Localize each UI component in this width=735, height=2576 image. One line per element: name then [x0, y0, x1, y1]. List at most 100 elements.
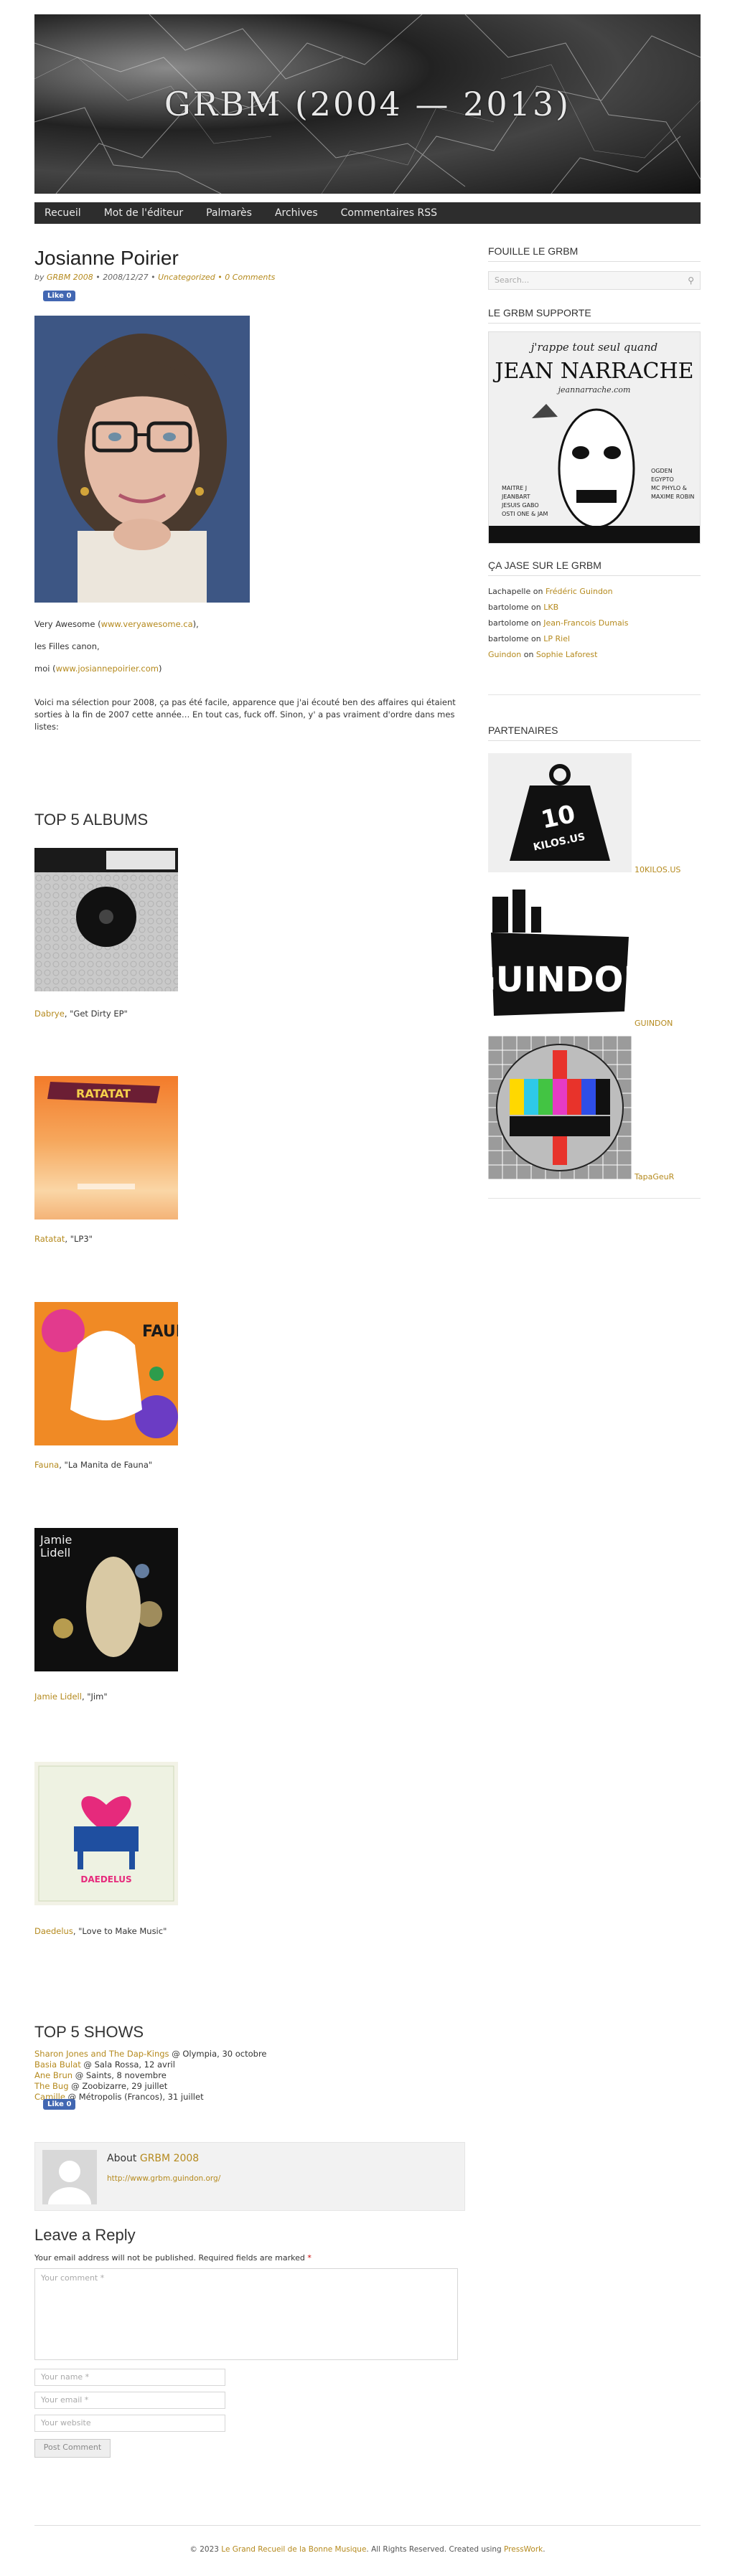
jean-narrache-art: j'rappe tout seul quand JEAN NARRACHE je…: [489, 332, 700, 543]
lidell-logo-text: Lidell: [40, 1546, 70, 1560]
post-intro: Voici ma sélection pour 2008, ça pas été…: [34, 697, 456, 732]
album-caption-1: Dabrye, "Get Dirty EP": [34, 1009, 128, 1019]
post-comment-button[interactable]: Post Comment: [34, 2439, 111, 2458]
album-artist-link[interactable]: Ratatat: [34, 1234, 65, 1244]
album-title: , "La Manita de Fauna": [59, 1460, 153, 1470]
footer-presswork-link[interactable]: PressWork: [504, 2545, 543, 2554]
reply-heading: Leave a Reply: [34, 2226, 136, 2244]
show-artist-link[interactable]: Basia Bulat: [34, 2060, 81, 2070]
footer-copyright: © 2023: [189, 2545, 222, 2554]
jamie-lidell-art: Jamie Lidell: [34, 1528, 178, 1671]
album-caption-5: Daedelus, "Love to Make Music": [34, 1926, 167, 1936]
facebook-like-button[interactable]: Like 0: [43, 291, 76, 301]
meta-by: by: [34, 273, 45, 282]
footer-suffix: .: [543, 2545, 546, 2554]
search-icon[interactable]: ⚲: [688, 272, 694, 289]
album-artist-link[interactable]: Daedelus: [34, 1926, 73, 1936]
partner-logo-10kilos[interactable]: 10 KILOS.US: [488, 753, 632, 872]
meta-date: • 2008/12/27 •: [95, 273, 156, 282]
poster-right-line-4: MAXIME ROBIN: [651, 494, 694, 500]
comment-post-link[interactable]: LKB: [543, 603, 558, 612]
name-input[interactable]: Your name *: [34, 2369, 225, 2386]
partner-logo-tapageur[interactable]: [488, 1036, 632, 1179]
site-footer: © 2023 Le Grand Recueil de la Bonne Musi…: [0, 2545, 735, 2554]
partner-link-10kilos[interactable]: 10KILOS.US: [635, 865, 680, 874]
poster-left-line-2: JEANBART: [501, 494, 530, 500]
show-artist-link[interactable]: The Bug: [34, 2081, 69, 2091]
test-pattern-icon: [488, 1036, 632, 1179]
post-line-moi: moi (www.josiannepoirier.com): [34, 663, 465, 675]
partner-logo-guindon[interactable]: GUINDON: [467, 890, 652, 1019]
reply-notice-text: Your email address will not be published…: [34, 2253, 305, 2263]
meta-category-link[interactable]: Uncategorized: [158, 273, 215, 282]
post-line-filles: les Filles canon,: [34, 641, 100, 651]
post-line-veryawesome: Very Awesome (www.veryawesome.ca),: [34, 618, 465, 631]
shows-facebook-like-button[interactable]: Like 0: [43, 2099, 76, 2110]
author-avatar: [42, 2150, 97, 2204]
poster-right-line-3: MC PHYLO &: [651, 485, 687, 491]
daedelus-logo-text: DAEDELUS: [80, 1874, 131, 1884]
nav-item-rss[interactable]: Commentaires RSS: [329, 202, 449, 224]
comments-widget-title: ÇA JASE SUR LE GRBM: [488, 560, 701, 576]
show-artist-link[interactable]: Sharon Jones and The Dap-Kings: [34, 2049, 169, 2059]
nav-item-palmares[interactable]: Palmarès: [195, 202, 263, 224]
josianne-link[interactable]: www.josiannepoirier.com: [56, 664, 159, 674]
nav-item-mot-editeur[interactable]: Mot de l'éditeur: [93, 202, 195, 224]
post-title: Josianne Poirier: [34, 247, 179, 269]
album-title: , "Jim": [81, 1692, 108, 1702]
partner-link-tapageur[interactable]: TapaGeuR: [635, 1172, 674, 1181]
show-detail: @ Olympia, 30 octobre: [169, 2049, 267, 2059]
album-artist-link[interactable]: Jamie Lidell: [34, 1692, 82, 1702]
album-cover-jamie-lidell: Jamie Lidell: [34, 1528, 178, 1671]
comment-on: on: [528, 618, 544, 628]
sidebar-divider: [488, 1198, 701, 1199]
meta-comments-link[interactable]: • 0 Comments: [217, 273, 275, 282]
line1-suffix: ),: [192, 619, 199, 629]
site-banner[interactable]: GRBM (2004 — 2013): [34, 14, 701, 194]
jean-narrache-poster[interactable]: j'rappe tout seul quand JEAN NARRACHE je…: [488, 331, 701, 544]
show-item: Basia Bulat @ Sala Rossa, 12 avril: [34, 2060, 267, 2070]
nav-item-recueil[interactable]: Recueil: [34, 202, 93, 224]
album-cover-ratatat: RATATAT: [34, 1076, 178, 1219]
comment-author: Lachapelle: [488, 587, 531, 596]
comment-post-link[interactable]: Jean-Francois Dumais: [543, 618, 628, 628]
comment-post-link[interactable]: Frédéric Guindon: [546, 587, 613, 596]
daedelus-art: DAEDELUS: [38, 1765, 174, 1902]
required-mark: *: [307, 2253, 312, 2263]
show-item: The Bug @ Zoobizarre, 29 juillet: [34, 2081, 267, 2092]
default-avatar-icon: [42, 2150, 97, 2204]
website-input[interactable]: Your website: [34, 2415, 225, 2432]
email-input[interactable]: Your email *: [34, 2392, 225, 2409]
nav-item-archives[interactable]: Archives: [263, 202, 329, 224]
comment-author: bartolome: [488, 634, 529, 643]
comment-textarea[interactable]: Your comment *: [34, 2268, 458, 2360]
show-detail: @ Métropolis (Francos), 31 juillet: [65, 2092, 204, 2102]
album-artist-link[interactable]: Fauna: [34, 1460, 59, 1470]
comment-post-link[interactable]: LP Riel: [543, 634, 570, 643]
about-label: About: [107, 2153, 137, 2164]
album-caption-4: Jamie Lidell, "Jim": [34, 1692, 108, 1702]
ratatat-logo-text: RATATAT: [76, 1087, 131, 1100]
show-artist-link[interactable]: Ane Brun: [34, 2070, 72, 2080]
about-author-link[interactable]: GRBM 2008: [140, 2153, 199, 2164]
about-url-link[interactable]: http://www.grbm.guindon.org/: [107, 2174, 220, 2183]
poster-left-line-3: JESUIS GABO: [501, 502, 539, 509]
comment-author-link[interactable]: Guindon: [488, 650, 521, 659]
fauna-logo-text: FAUNA: [142, 1323, 178, 1341]
meta-author-link[interactable]: GRBM 2008: [47, 273, 93, 282]
comment-post-link[interactable]: Sophie Laforest: [536, 650, 598, 659]
fauna-art: FAUNA: [34, 1302, 201, 1445]
partner-link-guindon[interactable]: GUINDON: [635, 1019, 673, 1028]
footer-site-link[interactable]: Le Grand Recueil de la Bonne Musique: [221, 2545, 366, 2554]
veryawesome-link[interactable]: www.veryawesome.ca: [101, 619, 193, 629]
album-cover-fauna: FAUNA: [34, 1302, 201, 1445]
show-detail: @ Sala Rossa, 12 avril: [80, 2060, 175, 2070]
search-input[interactable]: Search... ⚲: [488, 271, 701, 290]
recent-comment-item: Guindon on Sophie Laforest: [488, 650, 701, 659]
about-heading: About GRBM 2008: [107, 2153, 199, 2164]
comment-author: bartolome: [488, 618, 529, 628]
album-caption-3: Fauna, "La Manita de Fauna": [34, 1460, 152, 1470]
album-artist-link[interactable]: Dabrye: [34, 1009, 65, 1019]
banner-title: GRBM (2004 — 2013): [164, 85, 571, 123]
shows-heading: TOP 5 SHOWS: [34, 2023, 144, 2041]
